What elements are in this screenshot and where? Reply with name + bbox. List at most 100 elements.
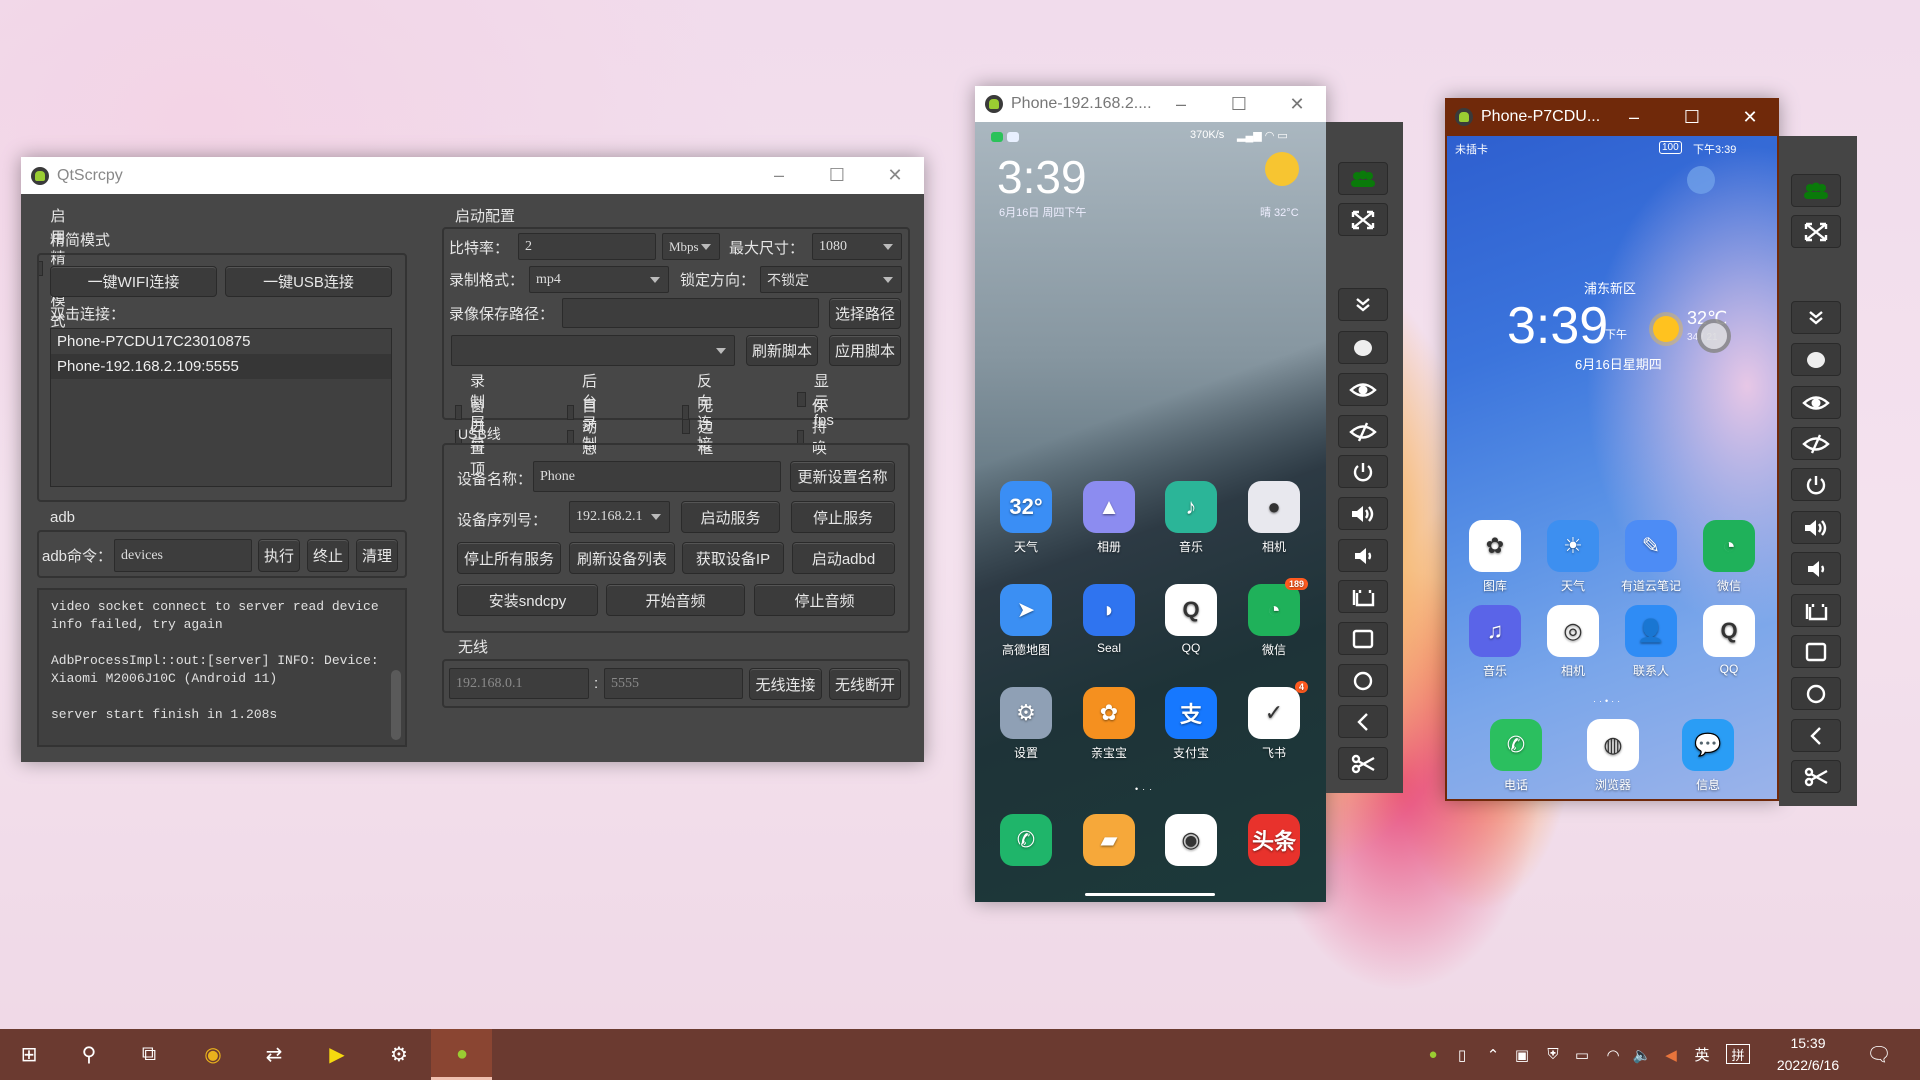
close-button[interactable]: ✕ [1268,94,1326,115]
expand-notifications-button[interactable] [1791,301,1841,334]
adb-terminate-button[interactable]: 终止 [307,539,349,572]
volume-tray-icon[interactable]: 🔈 [1629,1029,1655,1080]
android-tray-icon[interactable]: ● [1420,1029,1446,1080]
wireless-connect-button[interactable]: 无线连接 [749,668,822,700]
home-square-button[interactable] [1791,635,1841,668]
record-path-input[interactable] [562,298,819,328]
app-arrows-taskbar-icon[interactable]: ⇄ [244,1029,304,1080]
refresh-devices-button[interactable]: 刷新设备列表 [569,542,675,574]
app-icon-音乐[interactable]: ♫ 音乐 [1450,605,1540,679]
checkbox-box[interactable] [682,419,691,434]
app-icon-联系人[interactable]: 👤 联系人 [1606,605,1696,679]
home-circle-button[interactable] [1338,664,1388,697]
potplayer-taskbar-icon[interactable]: ▶ [307,1029,367,1080]
eye-off-button[interactable] [1791,427,1841,460]
start-adbd-button[interactable]: 启动adbd [792,542,895,574]
bitrate-input[interactable]: 2 [518,233,656,260]
app-icon-飞书[interactable]: ✓ 4 飞书 [1229,681,1319,761]
volume-down-button[interactable] [1338,539,1388,572]
ime-indicator[interactable]: 英 [1690,1029,1714,1080]
mute-tray-icon[interactable]: ◀ [1658,1029,1684,1080]
record-format-select[interactable]: mp4 [529,266,669,293]
notification-center-icon[interactable]: 🗨 [1866,1029,1892,1080]
app-icon-dock[interactable]: ✆ [981,814,1071,871]
refresh-script-button[interactable]: 刷新脚本 [746,335,818,366]
app-icon-QQ[interactable]: Q QQ [1684,605,1774,676]
shield-tray-icon[interactable]: ⛨ [1540,1029,1566,1080]
app-icon-天气[interactable]: 32° 天气 [981,481,1071,555]
app-icon-dock[interactable]: 头条 [1229,814,1319,871]
app-icon-相册[interactable]: ▲ 相册 [1064,481,1154,555]
close-button[interactable]: ✕ [866,165,924,186]
home-circle-button[interactable] [1791,677,1841,710]
app-icon-天气[interactable]: ☀ 天气 [1528,520,1618,594]
floating-ball[interactable] [1697,319,1731,353]
app-icon-浏览器[interactable]: ◍ 浏览器 [1568,719,1658,793]
app-icon-dock[interactable]: ▰ [1064,814,1154,871]
app-switch-button[interactable] [1791,594,1841,627]
stop-server-button[interactable]: 停止服务 [791,501,895,533]
apply-script-button[interactable]: 应用脚本 [829,335,901,366]
qtscrcpy-taskbar-icon[interactable]: ● [432,1029,492,1080]
get-device-ip-button[interactable]: 获取设备IP [682,542,784,574]
phone1-screen[interactable]: 370K/s ▂▄▆ ◠ ▭ 3:39 6月16日 周四下午 晴 32°C 32… [975,122,1326,902]
screenshot-button[interactable] [1338,747,1388,780]
list-item[interactable]: Phone-P7CDU17C23010875 [51,329,391,354]
adb-clear-button[interactable]: 清理 [356,539,398,572]
install-sndcpy-button[interactable]: 安装sndcpy [457,584,598,616]
wireless-disconnect-button[interactable]: 无线断开 [829,668,901,700]
app-icon-QQ[interactable]: Q QQ [1146,584,1236,655]
eye-button[interactable] [1338,373,1388,406]
touch-button[interactable] [1791,343,1841,376]
app-switch-button[interactable] [1338,580,1388,613]
maximize-button[interactable]: ☐ [1663,107,1721,128]
security-tray-icon[interactable]: ▣ [1509,1029,1535,1080]
app-icon-支付宝[interactable]: 支支付宝 [1146,687,1236,761]
task-view-taskbar-icon[interactable]: ⧉ [119,1029,179,1080]
start-server-button[interactable]: 启动服务 [681,501,780,533]
app-icon-相机[interactable]: ● 相机 [1229,481,1319,555]
users-button[interactable] [1791,174,1841,207]
eye-off-button[interactable] [1338,415,1388,448]
start-taskbar-icon[interactable]: ⊞ [0,1029,59,1080]
power-button[interactable] [1338,455,1388,488]
chrome-taskbar-icon[interactable]: ◉ [183,1029,243,1080]
phone2-screen[interactable]: 未插卡 100 下午3:39 浦东新区 3:39 下午 32℃ 34 / 21 … [1447,136,1777,799]
update-name-button[interactable]: 更新设置名称 [790,461,895,492]
search-taskbar-icon[interactable]: ⚲ [59,1029,119,1080]
log-scrollbar[interactable] [391,670,401,740]
back-button[interactable] [1338,705,1388,738]
back-button[interactable] [1791,719,1841,752]
volume-up-button[interactable] [1791,511,1841,544]
app-icon-音乐[interactable]: ♪ 音乐 [1146,481,1236,555]
app-icon-信息[interactable]: 💬 信息 [1663,719,1753,793]
arrow-tray-icon[interactable]: ⌃ [1480,1029,1506,1080]
battery-tray-icon[interactable]: ▭ [1569,1029,1595,1080]
lock-orientation-select[interactable]: 不锁定 [760,266,902,293]
serial-select[interactable]: 192.168.2.1 [569,501,670,533]
script-select[interactable] [451,335,735,366]
app-icon-dock[interactable]: ◉ [1146,814,1236,871]
app-icon-Seal[interactable]: ◗ Seal [1064,584,1154,655]
start-audio-button[interactable]: 开始音频 [606,584,745,616]
touch-button[interactable] [1338,331,1388,364]
wifi-connect-button[interactable]: 一键WIFI连接 [50,266,217,297]
device-name-input[interactable]: Phone [533,461,781,492]
device-list[interactable]: Phone-P7CDU17C23010875 Phone-192.168.2.1… [50,328,392,487]
gesture-bar[interactable] [1085,893,1215,896]
app-icon-设置[interactable]: ⚙ 设置 [981,687,1071,761]
list-item[interactable]: Phone-192.168.2.109:5555 [51,354,391,379]
adb-command-input[interactable]: devices [114,539,252,572]
maximize-button[interactable]: ☐ [808,165,866,186]
settings-taskbar-icon[interactable]: ⚙ [369,1029,429,1080]
usb-connect-button[interactable]: 一键USB连接 [225,266,392,297]
expand-notifications-button[interactable] [1338,288,1388,321]
eye-button[interactable] [1791,386,1841,419]
volume-up-button[interactable] [1338,497,1388,530]
app-icon-微信[interactable]: ◔ 微信 [1684,520,1774,594]
power-button[interactable] [1791,468,1841,501]
wireless-port-input[interactable]: 5555 [604,668,743,699]
fullscreen-button[interactable] [1338,203,1388,236]
ime-mode[interactable]: 拼 [1726,1044,1750,1064]
select-path-button[interactable]: 选择路径 [829,298,901,329]
